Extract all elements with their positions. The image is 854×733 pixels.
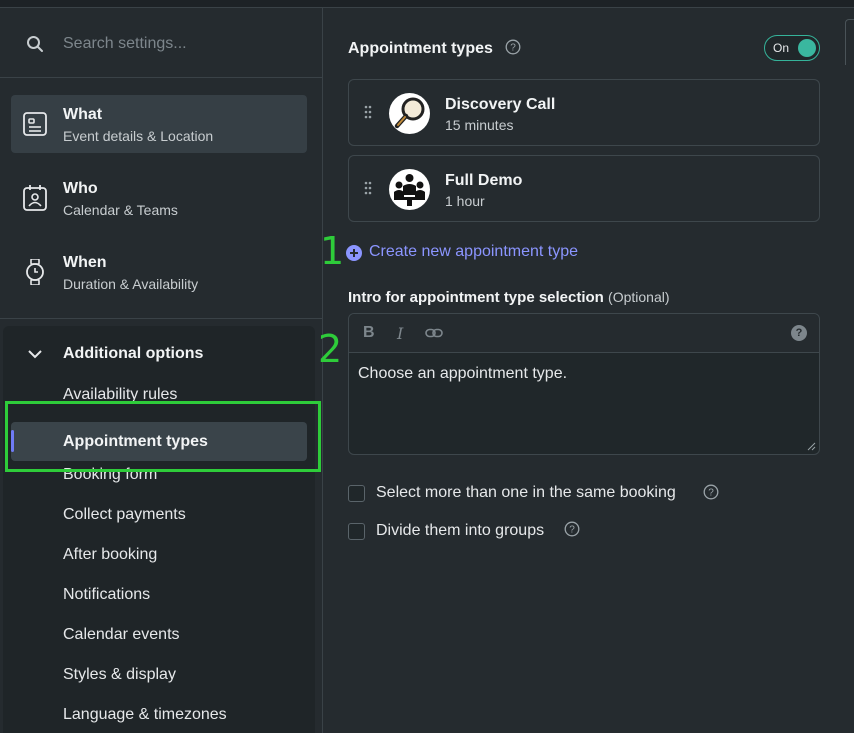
create-link-label: Create new appointment type <box>369 243 579 260</box>
sidebar-item-availability-rules[interactable]: Availability rules <box>63 386 177 404</box>
search-input[interactable]: Search settings... <box>63 35 187 53</box>
sidebar-item-after-booking[interactable]: After booking <box>63 546 157 564</box>
sidebar-item-booking-form[interactable]: Booking form <box>63 466 157 484</box>
sidebar-item-styles-display[interactable]: Styles & display <box>63 666 176 684</box>
toggle-knob <box>798 39 816 57</box>
chevron-down-icon[interactable] <box>27 348 43 360</box>
card-subtitle: 15 minutes <box>445 117 514 133</box>
nav-title: When <box>63 254 107 271</box>
help-icon[interactable]: ? <box>564 521 580 537</box>
groups-checkbox[interactable] <box>348 523 365 540</box>
appointment-types-toggle[interactable]: On <box>764 35 820 61</box>
sidebar-item-calendar-events[interactable]: Calendar events <box>63 626 180 644</box>
editor-toolbar: B I ? <box>349 314 819 353</box>
multi-select-checkbox[interactable] <box>348 485 365 502</box>
magnifier-avatar-icon <box>389 93 430 134</box>
settings-sidebar: Search settings... What Event details & … <box>0 8 323 733</box>
sidebar-item-notifications[interactable]: Notifications <box>63 586 150 604</box>
sidebar-item-label: Appointment types <box>63 433 208 450</box>
help-icon[interactable]: ? <box>505 39 521 55</box>
card-title: Discovery Call <box>445 96 556 113</box>
id-card-icon <box>23 112 47 136</box>
main-content: Appointment types ? On Discovery Call 15… <box>324 8 854 733</box>
checkbox-label: Select more than one in the same booking <box>376 484 676 501</box>
card-subtitle: 1 hour <box>445 193 485 209</box>
intro-editor[interactable]: B I ? Choose an appointment type. <box>348 313 820 455</box>
drag-handle-icon[interactable] <box>363 180 373 196</box>
section-title: Appointment types <box>348 40 493 57</box>
resize-handle-icon[interactable] <box>807 442 816 451</box>
team-avatar-icon <box>389 169 430 210</box>
svg-text:?: ? <box>569 525 575 536</box>
bold-button[interactable]: B <box>363 324 375 342</box>
checkbox-label: Divide them into groups <box>376 522 545 539</box>
link-icon[interactable] <box>425 326 443 340</box>
toggle-label: On <box>773 41 790 55</box>
drag-handle-icon[interactable] <box>363 104 373 120</box>
svg-text:?: ? <box>708 488 714 499</box>
sidebar-item-appointment-types[interactable]: Appointment types <box>11 422 307 461</box>
sidebar-item-collect-payments[interactable]: Collect payments <box>63 506 186 524</box>
card-title: Full Demo <box>445 172 523 189</box>
watch-icon <box>26 259 44 285</box>
intro-text[interactable]: Choose an appointment type. <box>358 365 567 383</box>
additional-options-title[interactable]: Additional options <box>63 345 203 363</box>
search-bar[interactable]: Search settings... <box>0 8 323 78</box>
nav-item-what[interactable]: What Event details & Location <box>11 95 307 153</box>
nav-item-who[interactable]: Who Calendar & Teams <box>11 169 307 227</box>
nav-title: What <box>63 106 103 123</box>
editor-help-icon[interactable]: ? <box>791 325 807 341</box>
nav-subtitle: Duration & Availability <box>63 276 199 292</box>
nav-title: Who <box>63 180 98 197</box>
calendar-person-icon <box>23 185 47 211</box>
side-panel-edge <box>845 19 854 65</box>
nav-subtitle: Event details & Location <box>63 128 214 144</box>
optional-hint: (Optional) <box>608 289 670 305</box>
plus-circle-icon <box>346 245 362 261</box>
nav-item-when[interactable]: When Duration & Availability <box>11 243 307 301</box>
search-icon <box>27 36 43 52</box>
additional-options-panel: Additional options Availability rules Bo… <box>3 326 315 733</box>
sidebar-item-language-timezones[interactable]: Language & timezones <box>63 706 227 724</box>
italic-button[interactable]: I <box>397 324 403 343</box>
help-icon[interactable]: ? <box>703 484 719 500</box>
active-indicator <box>11 430 14 452</box>
appointment-card[interactable]: Discovery Call 15 minutes <box>348 79 820 146</box>
top-border <box>0 0 854 8</box>
nav-subtitle: Calendar & Teams <box>63 202 178 218</box>
sidebar-divider <box>0 318 323 319</box>
appointment-card[interactable]: Full Demo 1 hour <box>348 155 820 222</box>
intro-label-text: Intro for appointment type selection <box>348 289 604 306</box>
svg-text:?: ? <box>510 43 516 54</box>
intro-field-label: Intro for appointment type selection (Op… <box>348 289 670 306</box>
